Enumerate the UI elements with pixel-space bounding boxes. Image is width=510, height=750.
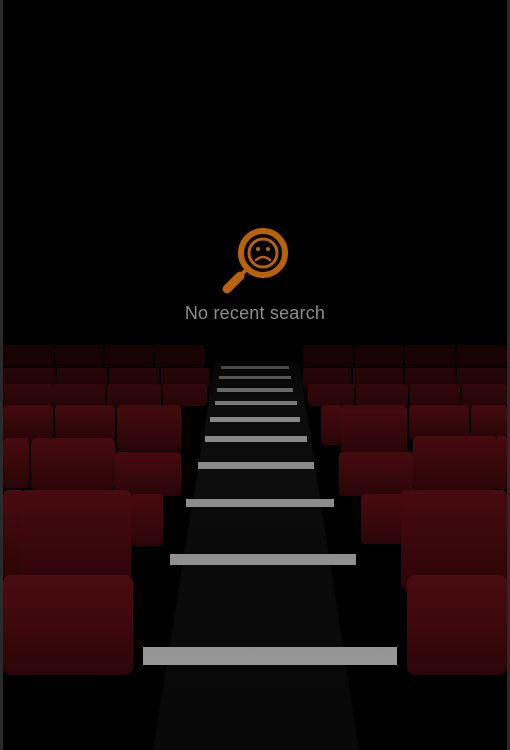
cinema-seats-background bbox=[3, 0, 507, 750]
left-border bbox=[0, 0, 3, 750]
empty-state-message: No recent search bbox=[184, 303, 326, 323]
search-no-results-icon bbox=[222, 228, 288, 294]
recent-search-screen: No recent search bbox=[0, 0, 510, 750]
